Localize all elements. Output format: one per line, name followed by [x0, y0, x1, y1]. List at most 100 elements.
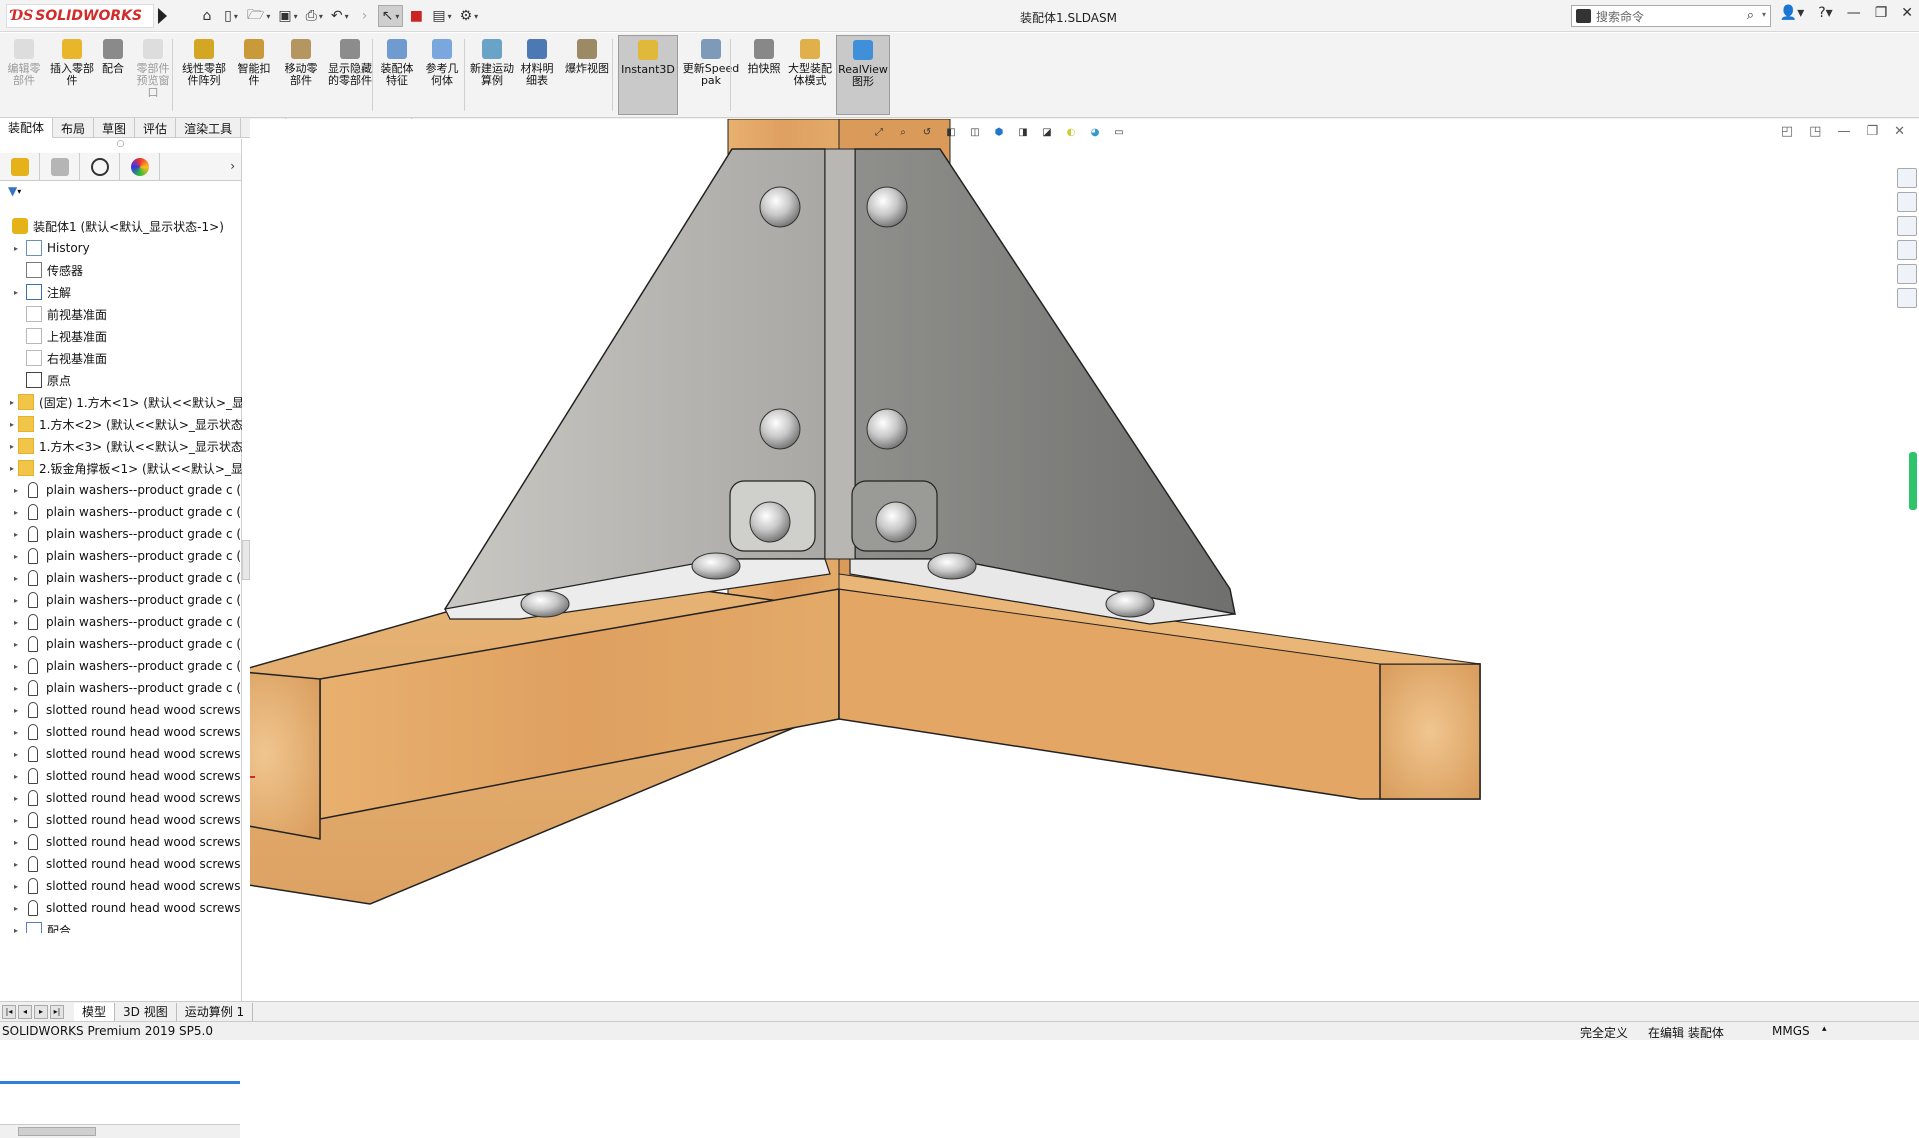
tree-node[interactable]: ▸ 配合	[0, 919, 242, 933]
ribbon-button-3[interactable]: 零部件预览窗口	[132, 35, 174, 115]
expand-icon[interactable]: ▸	[10, 288, 22, 297]
expand-icon[interactable]: ▸	[10, 574, 22, 583]
apply-scene-icon[interactable]: ◕	[1086, 123, 1104, 141]
tree-node[interactable]: ▸ plain washers--product grade c (	[0, 567, 242, 589]
expand-icon[interactable]: ▸	[10, 486, 22, 495]
first-tab-icon[interactable]: |◂	[2, 1004, 16, 1019]
new-document-icon[interactable]: ▯ ▾	[220, 5, 242, 27]
command-tab-4[interactable]: 渲染工具	[176, 118, 242, 138]
unit-system[interactable]: MMGS	[1772, 1024, 1810, 1038]
expand-icon[interactable]: ▸	[10, 816, 22, 825]
right-beam-end[interactable]	[1379, 663, 1481, 800]
tree-node[interactable]: ▸ slotted round head wood screws	[0, 831, 242, 853]
expand-icon[interactable]: ▸	[10, 838, 22, 847]
tree-node[interactable]: ▸ History	[0, 237, 242, 259]
units-dropdown-icon[interactable]: ▴	[1822, 1024, 1827, 1034]
ribbon-button-9[interactable]: 参考几何体	[421, 35, 463, 115]
zoom-to-area-icon[interactable]: ⌕	[894, 123, 912, 141]
display-manager-tab[interactable]	[120, 153, 160, 180]
section-view-icon[interactable]: ◧	[942, 123, 960, 141]
tree-node[interactable]: ▸ plain washers--product grade c (	[0, 611, 242, 633]
tree-rollback-bar[interactable]	[0, 1081, 240, 1084]
tree-node[interactable]: 右视基准面	[0, 347, 242, 369]
expand-icon[interactable]: ▸	[10, 684, 22, 693]
edit-appearance-icon[interactable]: ◐	[1062, 123, 1080, 141]
panel-grip[interactable]: ○	[0, 139, 241, 153]
property-manager-tab[interactable]	[40, 153, 80, 180]
tree-node[interactable]: 上视基准面	[0, 325, 242, 347]
tree-node[interactable]: ▸ slotted round head wood screws	[0, 809, 242, 831]
tree-node[interactable]: ▸ plain washers--product grade c (	[0, 633, 242, 655]
restore-icon[interactable]: ❐	[1875, 5, 1888, 21]
expand-icon[interactable]: ▸	[10, 926, 22, 934]
solidworks-resources-icon[interactable]	[1897, 168, 1917, 188]
ribbon-button-7[interactable]: 显示隐藏的零部件	[328, 35, 372, 115]
expand-icon[interactable]: ▸	[10, 640, 22, 649]
expand-icon[interactable]: ▸	[10, 882, 22, 891]
select-pointer-icon[interactable]: ↖ ▾	[377, 5, 404, 27]
design-library-icon[interactable]	[1897, 192, 1917, 212]
file-properties-icon[interactable]: ▤ ▾	[429, 5, 454, 27]
tree-node[interactable]: ▸ plain washers--product grade c (	[0, 677, 242, 699]
minimize-icon[interactable]: —	[1847, 5, 1861, 21]
undo-icon[interactable]: ↶ ▾	[328, 5, 352, 27]
tree-node[interactable]: ▸ slotted round head wood screws	[0, 699, 242, 721]
tree-node[interactable]: ▸ slotted round head wood screws	[0, 721, 242, 743]
task-pane-handle[interactable]	[1909, 452, 1917, 510]
next-tab-icon[interactable]: ▸	[34, 1004, 48, 1019]
ribbon-button-11[interactable]: 材料明细表	[516, 35, 558, 115]
expand-icon[interactable]: ▸	[10, 552, 22, 561]
tree-node[interactable]: 原点	[0, 369, 242, 391]
tree-node[interactable]: ▸ slotted round head wood screws	[0, 853, 242, 875]
viewport-right-icon[interactable]: ◳	[1809, 124, 1821, 139]
previous-view-icon[interactable]: ↺	[918, 123, 936, 141]
expand-icon[interactable]: ▸	[10, 508, 22, 517]
feature-manager-tab[interactable]	[0, 153, 40, 180]
viewport-left-icon[interactable]: ◰	[1781, 124, 1793, 139]
file-explorer-icon[interactable]	[1897, 216, 1917, 236]
ribbon-button-16[interactable]: 大型装配体模式	[788, 35, 832, 115]
view-orientation-icon[interactable]: ⬢	[990, 123, 1008, 141]
open-icon[interactable]: 🗁 ▾	[244, 5, 273, 27]
display-style-icon[interactable]: ◨	[1014, 123, 1032, 141]
expand-icon[interactable]: ▸	[10, 618, 22, 627]
viewport-minimize-icon[interactable]: —	[1837, 124, 1850, 139]
tree-node[interactable]: ▸ slotted round head wood screws	[0, 787, 242, 809]
command-tab-2[interactable]: 草图	[94, 118, 136, 138]
expand-icon[interactable]: ▸	[10, 244, 22, 253]
expand-icon[interactable]: ▸	[10, 794, 22, 803]
expand-icon[interactable]: ▸	[10, 662, 22, 671]
expand-icon[interactable]: ▸	[10, 860, 22, 869]
menu-expand-icon[interactable]	[158, 8, 167, 24]
search-commands-input[interactable]: 搜索命令 ⌕ ▾	[1571, 5, 1771, 27]
ribbon-button-4[interactable]: 线性零部件阵列	[178, 35, 230, 115]
viewport-close-icon[interactable]: ✕	[1894, 124, 1905, 139]
solidworks-logo[interactable]: ƊS SOLIDWORKS	[6, 4, 154, 28]
expand-icon[interactable]: ▸	[10, 398, 14, 407]
scroll-thumb[interactable]	[18, 1127, 96, 1136]
model-tab-2[interactable]: 运动算例 1	[177, 1002, 254, 1021]
graphics-area[interactable]	[250, 119, 1919, 1001]
command-tab-0[interactable]: 装配体	[0, 118, 54, 138]
tree-node[interactable]: 前视基准面	[0, 303, 242, 325]
prev-tab-icon[interactable]: ◂	[18, 1004, 32, 1019]
expand-icon[interactable]: ▸	[10, 750, 22, 759]
ribbon-button-2[interactable]: 配合	[98, 35, 128, 115]
ribbon-button-1[interactable]: 插入零部件	[50, 35, 94, 115]
rebuild-icon[interactable]: ■	[405, 5, 427, 27]
user-icon[interactable]: 👤▾	[1780, 5, 1804, 21]
tree-node[interactable]: ▸ slotted round head wood screws	[0, 765, 242, 787]
expand-icon[interactable]: ▸	[10, 596, 22, 605]
configuration-manager-tab[interactable]	[80, 153, 120, 180]
tree-node[interactable]: ▸ slotted round head wood screws	[0, 875, 242, 897]
ribbon-button-15[interactable]: 拍快照	[744, 35, 784, 115]
tree-node[interactable]: ▸ plain washers--product grade c (	[0, 655, 242, 677]
tree-horizontal-scrollbar[interactable]	[0, 1124, 240, 1138]
ribbon-button-10[interactable]: 新建运动算例	[470, 35, 514, 115]
custom-properties-icon[interactable]	[1897, 288, 1917, 308]
tree-node[interactable]: ▸ plain washers--product grade c (	[0, 501, 242, 523]
filter-icon[interactable]: ▼	[8, 184, 17, 198]
ribbon-button-0[interactable]: 编辑零部件	[4, 35, 44, 115]
help-icon[interactable]: ?▾	[1818, 5, 1832, 21]
home-icon[interactable]: ⌂	[196, 5, 218, 27]
